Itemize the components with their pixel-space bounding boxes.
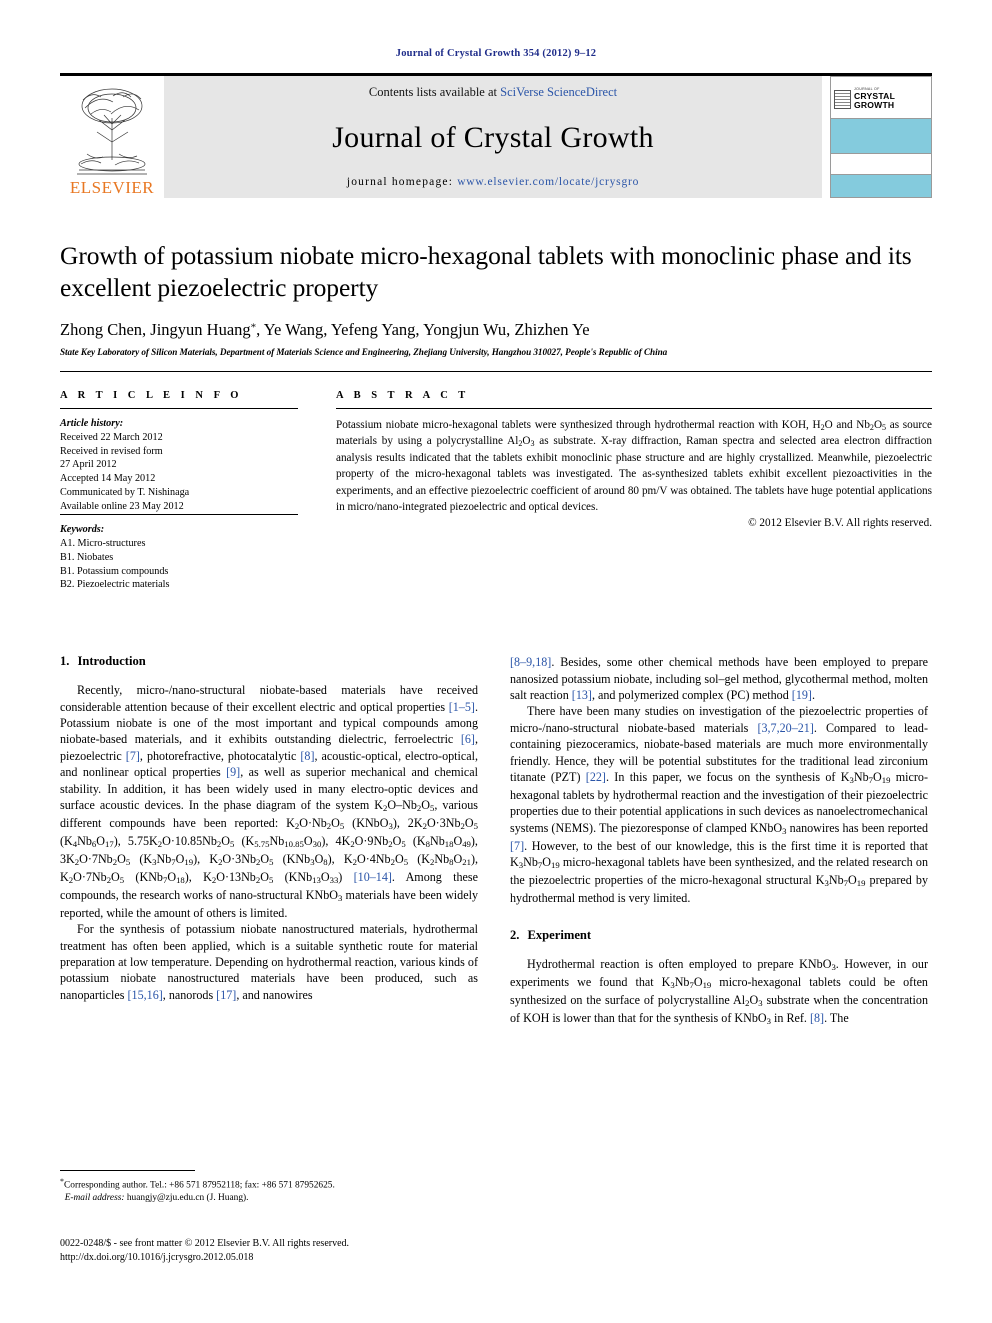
cover-image-band bbox=[831, 118, 931, 153]
cover-white-band bbox=[831, 153, 931, 175]
keyword-item: B1. Potassium compounds bbox=[60, 565, 169, 577]
paragraph: Recently, micro-/nano-structural niobate… bbox=[60, 683, 479, 920]
homepage-url[interactable]: www.elsevier.com/locate/jcrysgro bbox=[457, 176, 639, 188]
article-history-label: Article history: bbox=[60, 417, 124, 429]
cover-title-line2: GROWTH bbox=[854, 99, 895, 110]
article-history: Article history: Received 22 March 2012 … bbox=[60, 417, 298, 514]
journal-masthead: ELSEVIER Contents lists available at Sci… bbox=[60, 73, 932, 198]
section-title: Experiment bbox=[527, 928, 592, 943]
journal-cover-thumbnail: JOURNAL OF CRYSTAL GROWTH bbox=[830, 76, 932, 198]
abstract-column: A B S T R A C T Potassium niobate micro-… bbox=[336, 390, 932, 593]
article-info-heading: A R T I C L E I N F O bbox=[60, 389, 243, 401]
citation-link[interactable]: [10–14] bbox=[354, 870, 392, 884]
elsevier-logo: ELSEVIER bbox=[60, 76, 164, 198]
authors-part2: , Ye Wang, Yefeng Yang, Yongjun Wu, Zhiz… bbox=[256, 319, 590, 339]
keyword-item: B2. Piezoelectric materials bbox=[60, 579, 170, 591]
citation-link[interactable]: [19] bbox=[792, 688, 812, 702]
contents-prefix: Contents lists available at bbox=[368, 85, 501, 99]
history-line: Received in revised form bbox=[60, 445, 163, 457]
authors-part1: Zhong Chen, Jingyun Huang bbox=[60, 319, 251, 339]
paragraph: [8–9,18]. Besides, some other chemical m… bbox=[510, 655, 928, 702]
citation-link[interactable]: [15,16] bbox=[128, 988, 163, 1002]
citation-link[interactable]: [8] bbox=[810, 1011, 824, 1025]
citation-link[interactable]: [1–5] bbox=[449, 700, 475, 714]
citation-link[interactable]: [8] bbox=[300, 749, 314, 763]
journal-title: Journal of Crystal Growth bbox=[332, 121, 654, 154]
cover-header: JOURNAL OF CRYSTAL GROWTH bbox=[831, 77, 931, 118]
paragraph: For the synthesis of potassium niobate n… bbox=[60, 922, 478, 1002]
contents-line: Contents lists available at SciVerse Sci… bbox=[369, 85, 617, 100]
abstract-copyright: © 2012 Elsevier B.V. All rights reserved… bbox=[748, 517, 932, 530]
email-label: E-mail address: bbox=[64, 1193, 125, 1204]
footnote-block: *Corresponding author. Tel.: +86 571 879… bbox=[60, 1170, 478, 1205]
sciencedirect-link[interactable]: SciVerse ScienceDirect bbox=[500, 85, 617, 99]
citation-link[interactable]: [7] bbox=[126, 749, 140, 763]
article-info-rule bbox=[60, 407, 298, 409]
keyword-item: B1. Niobates bbox=[60, 551, 114, 563]
corresponding-author-note: *Corresponding author. Tel.: +86 571 879… bbox=[60, 1177, 478, 1205]
left-column: 1. Introduction Recently, micro-/nano-str… bbox=[60, 654, 478, 1028]
keyword-item: A1. Micro-structures bbox=[60, 537, 146, 549]
footer-block: 0022-0248/$ - see front matter © 2012 El… bbox=[60, 1237, 580, 1265]
abstract-text: Potassium niobate micro-hexagonal tablet… bbox=[336, 418, 932, 513]
history-line: Available online 23 May 2012 bbox=[60, 501, 184, 512]
citation-link[interactable]: [6] bbox=[461, 732, 475, 746]
history-line: Communicated by T. Nishinaga bbox=[60, 487, 190, 499]
section-heading-experiment: 2. Experiment bbox=[510, 928, 928, 943]
citation-link[interactable]: [3,7,20–21] bbox=[757, 721, 813, 735]
page-title: Growth of potassium niobate micro-hexago… bbox=[60, 241, 912, 302]
section-heading-introduction: 1. Introduction bbox=[60, 654, 478, 669]
masthead-center: Contents lists available at SciVerse Sci… bbox=[164, 76, 822, 198]
doi-line[interactable]: http://dx.doi.org/10.1016/j.jcrysgro.201… bbox=[60, 1251, 580, 1265]
paragraph: There have been many studies on investig… bbox=[510, 704, 928, 905]
citation-link[interactable]: [17] bbox=[216, 988, 236, 1002]
article-info-column: A R T I C L E I N F O Article history: R… bbox=[60, 390, 336, 593]
title-divider bbox=[60, 370, 932, 372]
body-columns: 1. Introduction Recently, micro-/nano-str… bbox=[60, 654, 932, 1028]
issn-line: 0022-0248/$ - see front matter © 2012 El… bbox=[60, 1238, 350, 1249]
abstract-heading: A B S T R A C T bbox=[336, 389, 470, 401]
history-divider bbox=[60, 513, 298, 515]
citation-link[interactable]: [13] bbox=[572, 688, 592, 702]
affiliation: State Key Laboratory of Silicon Material… bbox=[60, 346, 668, 357]
citation-link[interactable]: [8–9,18] bbox=[510, 655, 551, 669]
right-column: [8–9,18]. Besides, some other chemical m… bbox=[510, 654, 928, 1028]
paper-page: Journal of Crystal Growth 354 (2012) 9–1… bbox=[0, 0, 992, 1323]
citation-link[interactable]: [22] bbox=[586, 770, 606, 784]
cover-title-block: JOURNAL OF CRYSTAL GROWTH bbox=[854, 87, 895, 110]
cover-badge-icon bbox=[834, 89, 851, 109]
title-block: Growth of potassium niobate micro-hexago… bbox=[60, 240, 932, 357]
homepage-line: journal homepage: www.elsevier.com/locat… bbox=[347, 176, 639, 188]
cover-bottom-band bbox=[831, 175, 931, 197]
section-title: Introduction bbox=[77, 654, 146, 669]
section-number: 1. bbox=[60, 654, 70, 669]
paragraph: Hydrothermal reaction is often employed … bbox=[510, 957, 928, 1027]
homepage-prefix: journal homepage: bbox=[346, 176, 458, 188]
elsevier-wordmark: ELSEVIER bbox=[69, 178, 155, 197]
section-number: 2. bbox=[510, 928, 520, 943]
history-line: Accepted 14 May 2012 bbox=[60, 473, 156, 485]
citation-link[interactable]: [9] bbox=[226, 765, 240, 779]
keywords-label: Keywords: bbox=[60, 523, 105, 535]
info-abstract-row: A R T I C L E I N F O Article history: R… bbox=[60, 390, 932, 593]
elsevier-tree-icon bbox=[77, 88, 147, 175]
abstract-rule bbox=[336, 407, 932, 409]
citation-link[interactable]: [7] bbox=[510, 839, 524, 853]
history-line: Received 22 March 2012 bbox=[60, 431, 163, 443]
history-line: 27 April 2012 bbox=[60, 459, 117, 471]
author-list: Zhong Chen, Jingyun Huang*, Ye Wang, Yef… bbox=[60, 320, 932, 340]
keywords-block: Keywords: A1. Micro-structures B1. Nioba… bbox=[60, 523, 298, 592]
email-link[interactable]: huangjy@zju.edu.cn (J. Huang). bbox=[127, 1193, 249, 1203]
running-head: Journal of Crystal Growth 354 (2012) 9–1… bbox=[395, 48, 597, 59]
footnote-divider bbox=[60, 1170, 195, 1171]
corresponding-author-text: Corresponding author. Tel.: +86 571 8795… bbox=[64, 1180, 335, 1191]
